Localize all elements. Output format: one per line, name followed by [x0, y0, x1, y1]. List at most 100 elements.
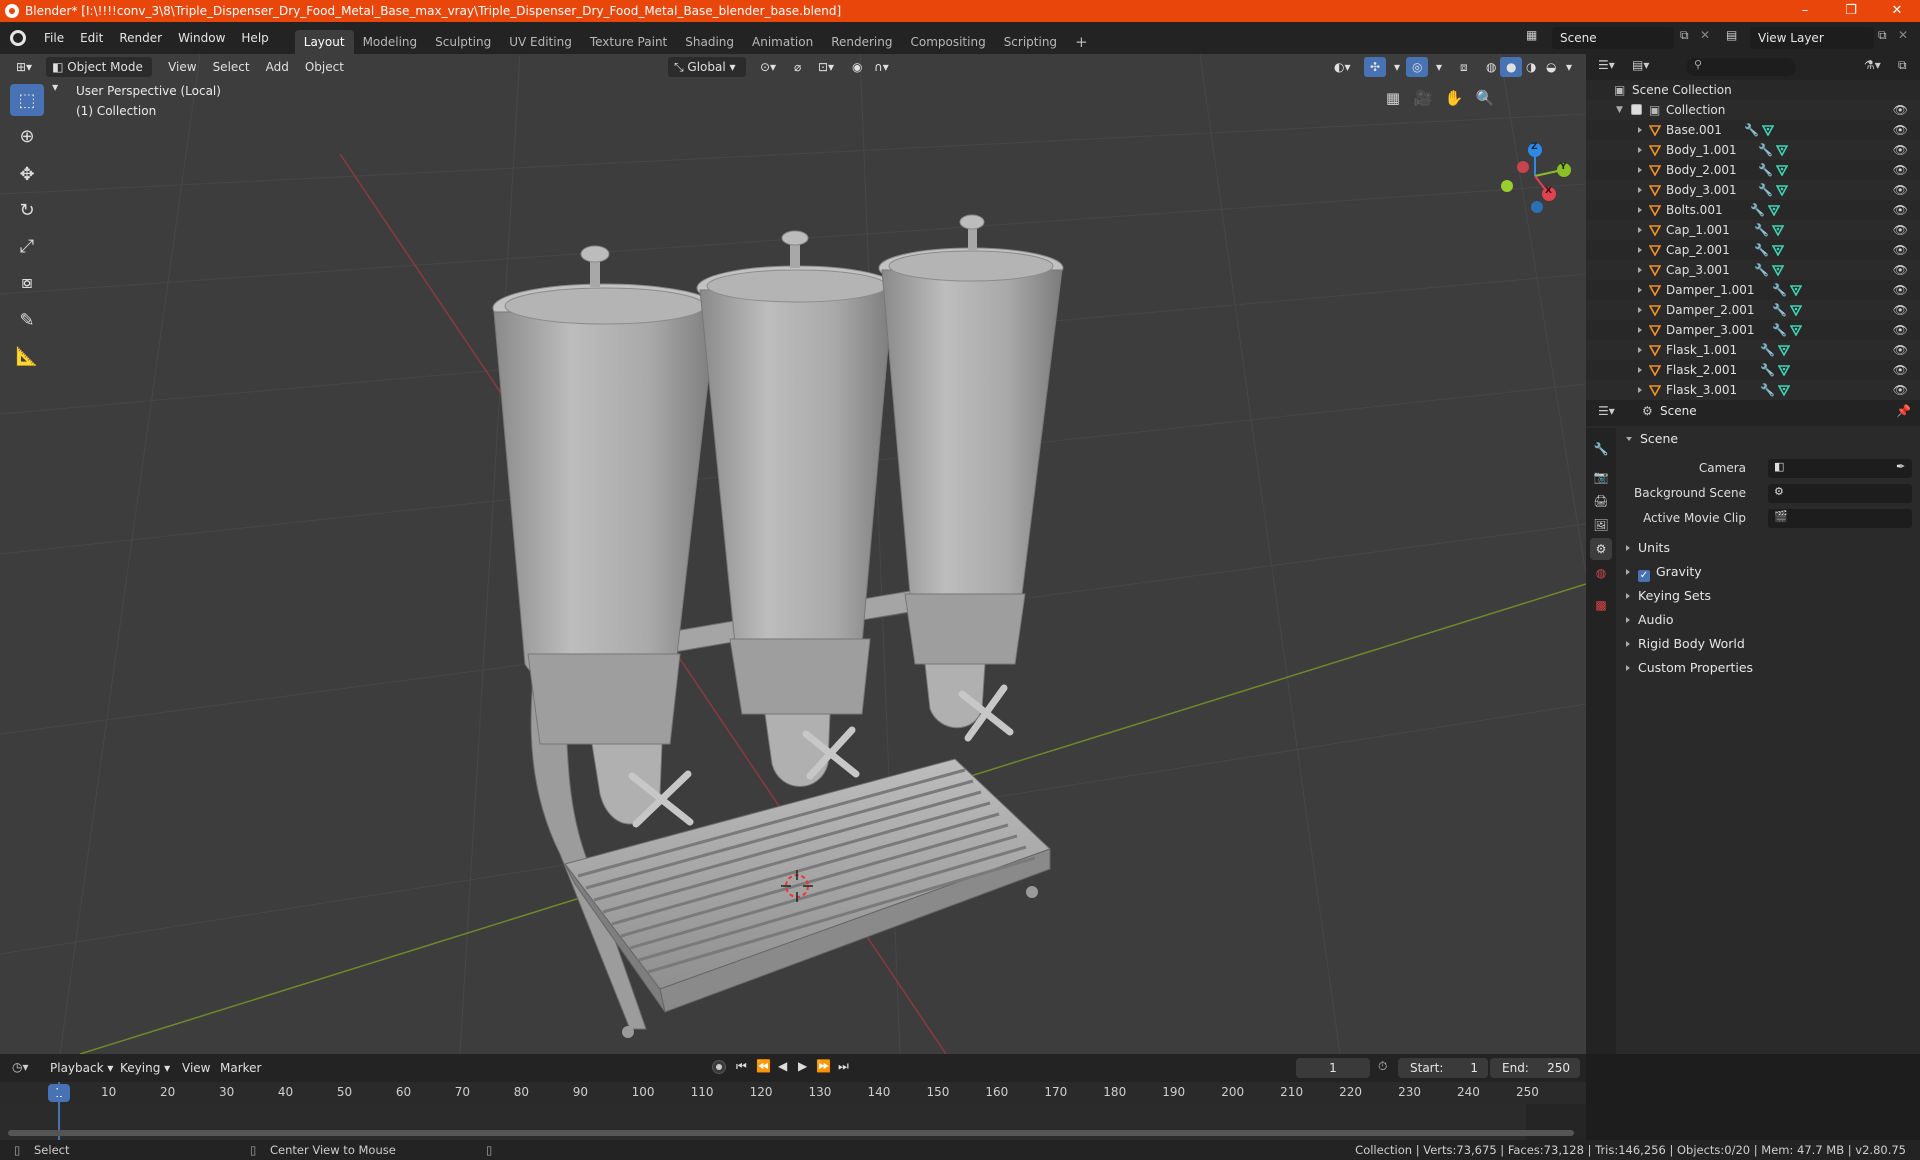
view-layer-tab-icon[interactable]: 🖼 — [1590, 514, 1612, 536]
modifier-wrench-icon[interactable]: 🔧 — [1750, 200, 1765, 220]
timeline-track-area[interactable] — [0, 1082, 1586, 1140]
modifier-wrench-icon[interactable]: 🔧 — [1772, 300, 1787, 320]
editor-type-icon[interactable]: ⊞▾ — [10, 57, 38, 77]
properties-editor-type-icon[interactable]: ☰▾ — [1598, 404, 1615, 418]
menu-window[interactable]: Window — [170, 22, 233, 54]
expand-object-icon[interactable] — [1638, 347, 1642, 353]
eye-icon[interactable]: 👁 — [1893, 380, 1908, 400]
overlays-dropdown-icon[interactable]: ▾ — [1430, 57, 1448, 77]
visibility-icon[interactable]: ◐▾ — [1328, 57, 1357, 77]
menu-view[interactable]: View — [162, 57, 202, 77]
menu-help[interactable]: Help — [233, 22, 276, 54]
eye-icon[interactable]: 👁 — [1893, 120, 1908, 140]
proportional-edit-icon[interactable]: ◉ — [846, 57, 868, 77]
scene-tab-icon[interactable]: ⚙ — [1590, 538, 1612, 560]
eye-icon[interactable]: 👁 — [1893, 240, 1908, 260]
outliner-row-object[interactable]: Body_3.001 🔧 👁 — [1586, 180, 1920, 200]
section-gravity[interactable]: ✓ Gravity — [1622, 561, 1912, 583]
outliner-row-object[interactable]: Cap_1.001 🔧 👁 — [1586, 220, 1920, 240]
modifier-wrench-icon[interactable]: 🔧 — [1760, 340, 1775, 360]
mesh-data-icon[interactable] — [1762, 124, 1774, 136]
expand-object-icon[interactable] — [1638, 127, 1642, 133]
modifier-wrench-icon[interactable]: 🔧 — [1754, 260, 1769, 280]
expand-object-icon[interactable] — [1638, 147, 1642, 153]
background-scene-field[interactable]: ⚙ — [1768, 484, 1912, 503]
expand-object-icon[interactable] — [1638, 187, 1642, 193]
mesh-data-icon[interactable] — [1776, 184, 1788, 196]
modifier-wrench-icon[interactable]: 🔧 — [1754, 240, 1769, 260]
expand-object-icon[interactable] — [1638, 327, 1642, 333]
mesh-data-icon[interactable] — [1776, 164, 1788, 176]
modifier-wrench-icon[interactable]: 🔧 — [1772, 320, 1787, 340]
section-custom-properties[interactable]: Custom Properties — [1622, 657, 1912, 679]
annotate-tool[interactable]: ✎ — [10, 304, 44, 336]
world-tab-icon[interactable]: ◍ — [1590, 562, 1612, 584]
expand-collection-icon[interactable]: ▼ — [1616, 100, 1623, 120]
eye-icon[interactable]: 👁 — [1893, 100, 1908, 120]
transform-orientation-dropdown[interactable]: ⤡ Global ▾ — [668, 57, 746, 77]
eye-icon[interactable]: 👁 — [1893, 220, 1908, 240]
modifier-wrench-icon[interactable]: 🔧 — [1758, 140, 1773, 160]
end-frame-field[interactable]: End: 250 — [1490, 1058, 1580, 1078]
mesh-data-icon[interactable] — [1772, 264, 1784, 276]
dispenser-model[interactable] — [492, 214, 1064, 1038]
stopwatch-icon[interactable]: ⏱ — [1378, 1059, 1387, 1074]
outliner-row-object[interactable]: Flask_3.001 🔧 👁 — [1586, 380, 1920, 400]
xray-toggle-icon[interactable]: ⧈ — [1454, 57, 1474, 77]
mesh-data-icon[interactable] — [1776, 144, 1788, 156]
section-units[interactable]: Units — [1622, 537, 1912, 559]
eye-icon[interactable]: 👁 — [1893, 200, 1908, 220]
view-layer-icon[interactable]: ▤ — [1726, 28, 1737, 42]
section-audio[interactable]: Audio — [1622, 609, 1912, 631]
expand-object-icon[interactable] — [1638, 287, 1642, 293]
camera-field[interactable]: ◧ ✒ — [1768, 459, 1912, 478]
record-button[interactable] — [712, 1060, 726, 1074]
expand-object-icon[interactable] — [1638, 247, 1642, 253]
mesh-data-icon[interactable] — [1790, 284, 1802, 296]
collection-checkbox[interactable] — [1631, 104, 1642, 115]
outliner-row-object[interactable]: Body_2.001 🔧 👁 — [1586, 160, 1920, 180]
scale-tool[interactable]: ⤢ — [10, 230, 44, 262]
mesh-data-icon[interactable] — [1772, 224, 1784, 236]
outliner-row-scene-collection[interactable]: ▣ Scene Collection — [1586, 80, 1920, 100]
tab-animation[interactable]: Animation — [743, 30, 822, 54]
new-scene-icon[interactable]: ⧉ — [1680, 28, 1689, 43]
tab-compositing[interactable]: Compositing — [901, 30, 994, 54]
tab-modeling[interactable]: Modeling — [354, 30, 427, 54]
display-mode-icon[interactable]: ▤▾ — [1632, 58, 1649, 72]
move-tool[interactable]: ✥ — [10, 158, 44, 190]
close-button[interactable]: ✕ — [1874, 0, 1920, 22]
rotate-tool[interactable]: ↻ — [10, 194, 44, 226]
measure-tool[interactable]: 📐 — [10, 340, 44, 372]
modifier-wrench-icon[interactable]: 🔧 — [1758, 160, 1773, 180]
eye-icon[interactable]: 👁 — [1893, 300, 1908, 320]
section-scene-header[interactable]: Scene — [1622, 428, 1912, 450]
mesh-data-icon[interactable] — [1772, 244, 1784, 256]
snap-target-icon[interactable]: ⊡▾ — [812, 57, 840, 77]
tab-sculpting[interactable]: Sculpting — [426, 30, 500, 54]
eye-icon[interactable]: 👁 — [1893, 340, 1908, 360]
expand-object-icon[interactable] — [1638, 167, 1642, 173]
menu-marker[interactable]: Marker — [214, 1058, 267, 1078]
outliner-row-object[interactable]: Damper_3.001 🔧 👁 — [1586, 320, 1920, 340]
gravity-checkbox[interactable]: ✓ — [1638, 570, 1650, 582]
delete-scene-icon[interactable]: ✕ — [1700, 28, 1710, 42]
menu-render[interactable]: Render — [111, 22, 170, 54]
outliner-row-object[interactable]: Base.001 🔧 👁 — [1586, 120, 1920, 140]
texture-tab-icon[interactable]: ▩ — [1590, 594, 1612, 616]
timeline-ruler[interactable]: 1102030405060708090100110120130140150160… — [0, 1082, 1586, 1104]
snap-icon[interactable]: ⌀ — [788, 57, 807, 77]
timeline-scrollbar[interactable] — [8, 1130, 1574, 1136]
menu-file[interactable]: File — [36, 22, 72, 54]
blender-menu-icon[interactable] — [10, 30, 26, 46]
modifier-wrench-icon[interactable]: 🔧 — [1744, 120, 1759, 140]
minimize-button[interactable]: – — [1782, 0, 1828, 22]
pin-icon[interactable]: 📌 — [1896, 404, 1911, 418]
scene-browse-icon[interactable]: ▦ — [1526, 28, 1548, 48]
eye-icon[interactable]: 👁 — [1893, 260, 1908, 280]
outliner-row-object[interactable]: Damper_2.001 🔧 👁 — [1586, 300, 1920, 320]
modifier-wrench-icon[interactable]: 🔧 — [1758, 180, 1773, 200]
outliner-editor-type-icon[interactable]: ☰▾ — [1598, 58, 1615, 72]
falloff-icon[interactable]: ∩▾ — [868, 57, 895, 77]
cursor-tool[interactable]: ⊕ — [10, 120, 44, 152]
